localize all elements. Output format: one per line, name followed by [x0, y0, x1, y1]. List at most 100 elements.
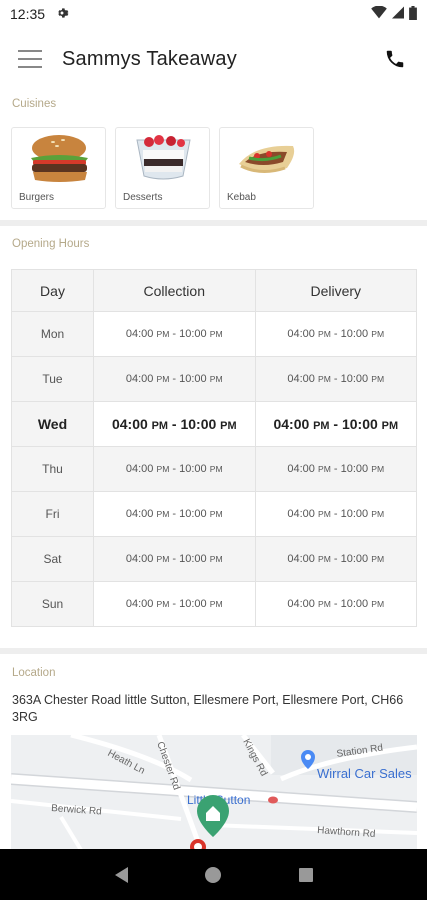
collection-cell: 04:00 PM - 10:00 PM [93, 401, 256, 447]
time-end: 10:00 [179, 328, 207, 340]
separator: - [333, 553, 338, 565]
meridiem: PM [156, 464, 170, 474]
cuisine-name: Desserts [123, 192, 163, 203]
separator: - [333, 328, 338, 340]
column-header-collection: Collection [93, 269, 256, 312]
day-cell: Thu [11, 446, 94, 492]
back-icon[interactable] [109, 863, 133, 887]
separator: - [333, 508, 338, 520]
meridiem: PM [220, 420, 237, 432]
cuisine-list: Burgers Desserts Kebab [11, 127, 314, 209]
meridiem: PM [209, 599, 223, 609]
meridiem: PM [313, 420, 330, 432]
delivery-cell: 04:00 PM - 10:00 PM [254, 356, 417, 402]
meridiem: PM [209, 509, 223, 519]
table-row: Mon 04:00 PM - 10:00 PM 04:00 PM - 10:00 P… [11, 311, 417, 357]
time-start: 04:00 [287, 598, 315, 610]
meridiem: PM [317, 599, 331, 609]
menu-icon[interactable] [18, 50, 42, 68]
time-start: 04:00 [111, 416, 148, 432]
table-header-row: Day Collection Delivery [11, 269, 417, 312]
meridiem: PM [317, 554, 331, 564]
status-time: 12:35 [10, 6, 46, 22]
separator: - [171, 416, 177, 432]
kebab-image [239, 145, 295, 173]
opening-hours-table: Day Collection Delivery Mon 04:00 PM - 10… [11, 269, 417, 627]
time-end: 10:00 [340, 508, 369, 520]
meridiem: PM [209, 329, 223, 339]
collection-cell: 04:00 PM - 10:00 PM [93, 491, 256, 537]
column-header-day: Day [11, 269, 94, 312]
opening-hours-label: Opening Hours [12, 238, 90, 250]
table-row: Thu 04:00 PM - 10:00 PM 04:00 PM - 10:00 P… [11, 446, 417, 492]
time-start: 04:00 [125, 598, 154, 610]
separator: - [333, 416, 339, 432]
cuisine-card-desserts[interactable]: Desserts [115, 127, 210, 209]
time-start: 04:00 [287, 553, 315, 565]
map-label-wirral-car-sales: Wirral Car Sales [317, 766, 412, 781]
meridiem: PM [156, 374, 170, 384]
table-row: Fri 04:00 PM - 10:00 PM 04:00 PM - 10:00 P… [11, 491, 417, 537]
time-end: 10:00 [179, 553, 207, 565]
time-start: 04:00 [287, 508, 315, 520]
time-start: 04:00 [273, 416, 310, 432]
meridiem: PM [371, 374, 385, 384]
day-cell: Tue [11, 356, 94, 402]
cuisine-card-kebab[interactable]: Kebab [219, 127, 314, 209]
meridiem: PM [156, 329, 170, 339]
meridiem: PM [156, 554, 170, 564]
collection-cell: 04:00 PM - 10:00 PM [93, 446, 256, 492]
recents-icon[interactable] [294, 863, 318, 887]
meridiem: PM [371, 329, 385, 339]
delivery-cell: 04:00 PM - 10:00 PM [254, 491, 417, 537]
address-text: 363A Chester Road little Sutton, Ellesme… [12, 693, 404, 724]
time-start: 04:00 [125, 508, 154, 520]
time-end: 10:00 [341, 416, 378, 432]
time-end: 10:00 [179, 508, 207, 520]
meridiem: PM [371, 509, 385, 519]
meridiem: PM [209, 464, 223, 474]
delivery-cell: 04:00 PM - 10:00 PM [254, 446, 417, 492]
signal-icon [392, 6, 404, 22]
meridiem: PM [209, 374, 223, 384]
status-bar: 12:35 [0, 0, 427, 28]
time-end: 10:00 [340, 373, 369, 385]
cuisine-name: Kebab [227, 192, 256, 203]
time-start: 04:00 [287, 328, 315, 340]
day-cell: Wed [11, 401, 94, 447]
separator: - [172, 508, 177, 520]
rail-icon [268, 796, 278, 804]
day-cell: Fri [11, 491, 94, 537]
time-start: 04:00 [125, 373, 154, 385]
collection-cell: 04:00 PM - 10:00 PM [93, 311, 256, 357]
cuisine-name: Burgers [19, 192, 55, 203]
time-end: 10:00 [180, 416, 217, 432]
time-end: 10:00 [340, 553, 369, 565]
cuisine-card-burgers[interactable]: Burgers [11, 127, 106, 209]
collection-cell: 04:00 PM - 10:00 PM [93, 581, 256, 627]
collection-cell: 04:00 PM - 10:00 PM [93, 356, 256, 402]
home-icon[interactable] [201, 863, 225, 887]
meridiem: PM [381, 420, 399, 432]
separator: - [333, 598, 338, 610]
time-start: 04:00 [287, 373, 315, 385]
separator: - [172, 553, 177, 565]
meridiem: PM [156, 599, 170, 609]
dessert-image [136, 135, 191, 180]
meridiem: PM [371, 464, 385, 474]
separator: - [172, 328, 177, 340]
location-map[interactable]: Heath Ln Chester Rd Kings Rd Station Rd … [11, 735, 417, 850]
time-start: 04:00 [125, 553, 154, 565]
system-nav-bar [0, 849, 427, 900]
app-bar: Sammys Takeaway [0, 28, 427, 90]
phone-icon[interactable] [381, 45, 409, 73]
cuisines-label: Cuisines [12, 98, 57, 110]
column-header-delivery: Delivery [254, 269, 417, 312]
meridiem: PM [156, 509, 170, 519]
meridiem: PM [371, 554, 385, 564]
day-cell: Sat [11, 536, 94, 582]
burger-image [31, 135, 88, 182]
wifi-icon [371, 5, 387, 22]
time-end: 10:00 [340, 463, 369, 475]
meridiem: PM [209, 554, 223, 564]
